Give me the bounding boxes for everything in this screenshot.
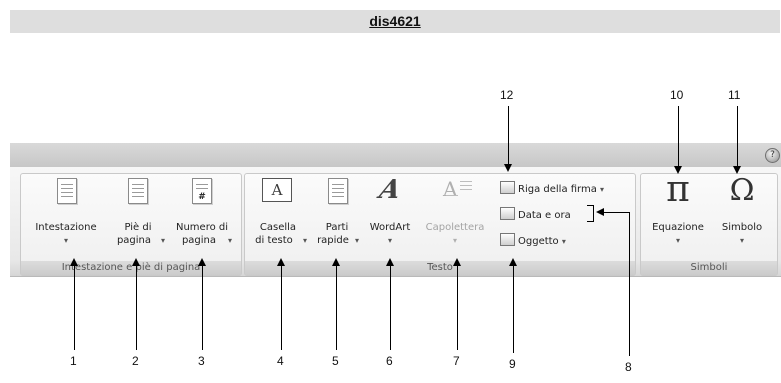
footer-button-label-2: pagina [116, 235, 152, 246]
equation-button[interactable]: π Equazione ▾ [642, 172, 714, 258]
callout-line-8-vertical [629, 212, 630, 356]
chevron-down-icon: ▾ [63, 236, 68, 245]
document-icon [128, 178, 148, 204]
chevron-down-icon: ▾ [160, 236, 165, 245]
dropcap-button-label: Capolettera [425, 222, 485, 233]
callout-line-8-horizontal [603, 212, 630, 213]
callout-line-12 [508, 106, 509, 166]
textbox-icon: A [262, 178, 292, 202]
callout-number-1: 1 [70, 354, 77, 368]
chevron-down-icon: ▾ [387, 236, 392, 245]
callout-line-7 [457, 265, 458, 350]
callout-number-7: 7 [453, 354, 460, 368]
bracket-mark [587, 205, 594, 222]
title-bar: dis4621 [10, 10, 780, 33]
group-label-symbols: Simboli [641, 261, 777, 275]
dropcap-lines [460, 181, 472, 182]
callout-number-9: 9 [509, 357, 516, 371]
symbol-button-label: Simbolo [721, 222, 763, 233]
page-number-icon-glyph: # [193, 192, 211, 202]
callout-line-3 [202, 265, 203, 350]
header-button-label: Intestazione [35, 222, 97, 233]
date-time-icon [500, 207, 515, 220]
page-number-icon: # [192, 178, 212, 204]
callout-arrowhead-10 [674, 166, 682, 174]
group-label-text: Testo [245, 261, 635, 275]
header-button[interactable]: Intestazione ▾ [22, 176, 110, 258]
chevron-down-icon: ▾ [739, 236, 744, 245]
callout-arrowhead-5 [332, 258, 340, 266]
page-number-button-label-1: Numero di [175, 222, 229, 233]
signature-line-icon [500, 181, 515, 194]
callout-line-10 [678, 106, 679, 168]
callout-number-11: 11 [728, 88, 741, 102]
chevron-down-icon: ▾ [302, 236, 307, 245]
equation-button-label: Equazione [652, 222, 704, 233]
chevron-down-icon: ▾ [561, 237, 566, 246]
document-icon [57, 178, 77, 204]
callout-arrowhead-2 [132, 258, 140, 266]
callout-arrowhead-11 [733, 166, 741, 174]
callout-arrowhead-9 [509, 258, 517, 266]
date-time-label: Data e ora [518, 210, 571, 221]
object-icon [500, 233, 515, 246]
callout-line-6 [390, 265, 391, 350]
callout-number-6: 6 [386, 354, 393, 368]
equation-icon: π [666, 169, 690, 210]
callout-arrowhead-4 [277, 258, 285, 266]
footer-button-label-1: Piè di [124, 222, 152, 233]
page-number-button-label-2: pagina [181, 235, 217, 246]
textbox-button[interactable]: A Casella di testo ▾ [246, 176, 310, 258]
callout-number-3: 3 [198, 354, 205, 368]
callout-arrowhead-1 [70, 258, 78, 266]
chevron-down-icon: ▾ [452, 236, 457, 245]
callout-line-9 [513, 265, 514, 353]
object-label: Oggetto [518, 236, 559, 247]
signature-line-label: Riga della firma [518, 184, 597, 195]
footer-button[interactable]: Piè di pagina ▾ [108, 176, 168, 258]
chevron-down-icon: ▾ [675, 236, 680, 245]
callout-line-2 [136, 265, 137, 350]
callout-arrowhead-6 [386, 258, 394, 266]
callout-arrowhead-7 [453, 258, 461, 266]
quick-parts-button[interactable]: Parti rapide ▾ [312, 176, 362, 258]
ribbon-tab-strip [10, 143, 781, 167]
callout-arrowhead-3 [198, 258, 206, 266]
quick-parts-button-label-2: rapide [317, 235, 349, 246]
wordart-icon: A [376, 175, 404, 205]
callout-arrowhead-8 [596, 208, 604, 216]
chevron-down-icon: ▾ [600, 185, 605, 194]
symbol-icon: Ω [729, 173, 755, 208]
callout-number-10: 10 [670, 88, 684, 102]
date-time-button[interactable]: Data e ora [500, 207, 571, 222]
textbox-button-label-2: di testo [255, 235, 293, 246]
callout-line-5 [336, 265, 337, 350]
quick-parts-button-label-1: Parti [325, 222, 349, 233]
callout-number-12: 12 [500, 88, 514, 102]
help-icon[interactable]: ? [765, 148, 780, 163]
callout-number-2: 2 [132, 354, 139, 368]
callout-number-8: 8 [625, 360, 632, 374]
page-number-button[interactable]: # Numero di pagina ▾ [168, 176, 236, 258]
signature-line-button[interactable]: Riga della firma ▾ [500, 181, 604, 196]
callout-line-1 [74, 265, 75, 350]
quick-parts-icon [328, 178, 348, 204]
chevron-down-icon: ▾ [354, 236, 359, 245]
wordart-button[interactable]: A WordArt ▾ [362, 175, 418, 258]
callout-line-4 [281, 265, 282, 350]
page-title: dis4621 [369, 13, 421, 29]
group-label-header-footer: Intestazione e piè di pagina [21, 261, 241, 275]
callout-arrowhead-12 [504, 164, 512, 172]
callout-number-4: 4 [277, 354, 284, 368]
symbol-button[interactable]: Ω Simbolo ▾ [712, 173, 772, 258]
object-button[interactable]: Oggetto ▾ [500, 233, 566, 248]
callout-line-11 [737, 106, 738, 168]
wordart-button-label: WordArt [369, 222, 411, 233]
textbox-button-label-1: Casella [259, 222, 297, 233]
chevron-down-icon: ▾ [227, 236, 232, 245]
callout-number-5: 5 [332, 354, 339, 368]
dropcap-button[interactable]: A Capolettera ▾ [420, 176, 490, 258]
